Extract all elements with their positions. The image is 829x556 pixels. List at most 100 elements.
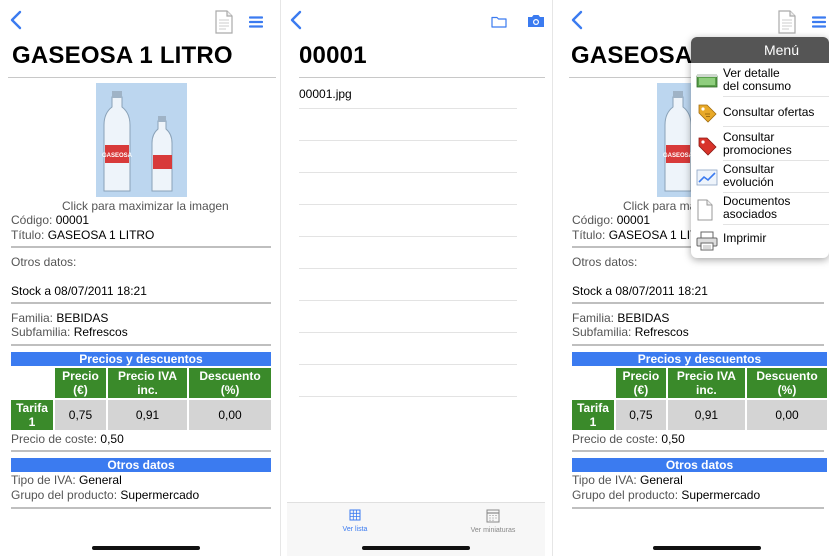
price-cell: 0,91 [107, 400, 188, 430]
divider [11, 507, 271, 509]
tarifa-row-header: Tarifa 1 [11, 400, 53, 430]
price-table: Precio (€) Precio IVA inc. Descuento (%)… [570, 366, 829, 432]
home-indicator [653, 546, 761, 550]
list-separator [299, 396, 517, 397]
grupo-row: Grupo del producto: Supermercado [572, 488, 761, 502]
product-detail-panel: GASEOSA 1 LITRO GASEOSA Click para maxim… [0, 0, 276, 556]
list-separator [299, 204, 517, 205]
menu-item-documentos-asociados[interactable]: Documentos asociados [691, 193, 829, 225]
menu-separator [723, 126, 829, 127]
file-item[interactable]: 00001.jpg [299, 87, 352, 101]
iva-row: Tipo de IVA: General [572, 473, 683, 487]
camera-icon[interactable] [527, 14, 545, 28]
precios-section-header: Precios y descuentos [11, 352, 271, 366]
price-header-iva: Precio IVA inc. [667, 368, 746, 398]
divider [11, 246, 271, 248]
subfamilia-row: Subfamilia: Refrescos [572, 325, 689, 339]
otros-section-header: Otros datos [11, 458, 271, 472]
list-separator [299, 268, 517, 269]
list-separator [299, 172, 517, 173]
divider [572, 450, 824, 452]
titulo-row: Título: GASEOSA 1 LITRO [11, 228, 155, 242]
divider [11, 450, 271, 452]
menu-item-label: Documentos asociados [723, 194, 791, 221]
pane-divider [552, 0, 553, 556]
printer-icon [696, 231, 718, 251]
divider [299, 77, 545, 78]
page-title: 00001 [299, 42, 367, 69]
familia-row: Familia: BEBIDAS [572, 311, 670, 325]
otros-section-header: Otros datos [572, 458, 827, 472]
home-indicator [362, 546, 470, 550]
home-indicator [92, 546, 200, 550]
list-separator [299, 364, 517, 365]
divider [572, 344, 824, 346]
otros-datos-label: Otros datos: [11, 255, 77, 269]
back-chevron-icon[interactable] [571, 10, 583, 30]
image-caption[interactable]: Click para maximizar la imagen [62, 199, 229, 213]
price-header-descuento: Descuento (%) [747, 368, 827, 398]
price-cell: 0,75 [55, 400, 106, 430]
bottle-label: GASEOSA [102, 153, 133, 159]
product-image[interactable]: GASEOSA [96, 83, 187, 197]
tab-list[interactable]: Ver lista [335, 509, 375, 533]
subfamilia-row: Subfamilia: Refrescos [11, 325, 128, 339]
menu-icon[interactable] [811, 15, 827, 28]
document-icon [696, 199, 716, 221]
options-menu: Menú Ver detalle del consumo Consultar o… [691, 37, 829, 258]
menu-item-consultar-evolucion[interactable]: Consultar evolución [691, 161, 829, 193]
price-table: Precio (€) Precio IVA inc. Descuento (%)… [9, 366, 273, 432]
otros-datos-label: Otros datos: [572, 255, 638, 269]
pane-divider [280, 0, 281, 556]
empty-corner [572, 368, 614, 398]
list-separator [299, 236, 517, 237]
divider [11, 302, 271, 304]
promo-tag-icon [696, 135, 717, 156]
menu-item-consultar-ofertas[interactable]: Consultar ofertas [691, 99, 829, 127]
back-chevron-icon[interactable] [10, 10, 22, 30]
back-chevron-icon[interactable] [290, 10, 302, 30]
grid-list-icon [349, 509, 361, 521]
tag-icon [696, 102, 717, 123]
stock-text: Stock a 08/07/2011 18:21 [572, 284, 708, 298]
price-cell: 0,00 [189, 400, 271, 430]
document-icon[interactable] [214, 10, 234, 34]
money-icon [696, 71, 718, 91]
coste-row: Precio de coste: 0,50 [11, 432, 124, 446]
empty-corner [11, 368, 53, 398]
menu-icon[interactable] [248, 15, 264, 28]
menu-item-label: Ver detalle del consumo [723, 66, 792, 93]
list-separator [299, 332, 517, 333]
price-header-descuento: Descuento (%) [189, 368, 271, 398]
menu-item-label: Imprimir [723, 231, 767, 245]
files-panel: 00001 00001.jpg Ver lista Ver miniaturas [287, 0, 545, 556]
document-icon[interactable] [777, 10, 797, 34]
chart-icon [696, 167, 718, 187]
tarifa-row-header: Tarifa 1 [572, 400, 614, 430]
tab-thumbnails-label: Ver miniaturas [470, 527, 516, 534]
page-title: GASEOSA 1 LITRO [12, 42, 233, 69]
menu-item-ver-detalle[interactable]: Ver detalle del consumo [691, 65, 829, 97]
price-cell: 0,75 [616, 400, 666, 430]
tab-thumbnails[interactable]: Ver miniaturas [463, 509, 523, 534]
price-header-iva: Precio IVA inc. [107, 368, 188, 398]
divider [8, 77, 276, 78]
menu-item-label: Consultar promociones [723, 130, 792, 157]
menu-item-imprimir[interactable]: Imprimir [691, 225, 829, 257]
price-header-precio: Precio (€) [55, 368, 106, 398]
grupo-row: Grupo del producto: Supermercado [11, 488, 200, 502]
menu-header: Menú [691, 37, 829, 63]
price-cell: 0,00 [747, 400, 827, 430]
list-separator [299, 108, 517, 109]
list-separator [299, 140, 517, 141]
menu-item-consultar-promociones[interactable]: Consultar promociones [691, 129, 829, 161]
coste-row: Precio de coste: 0,50 [572, 432, 685, 446]
divider [572, 507, 824, 509]
menu-separator [723, 96, 829, 97]
price-cell: 0,91 [667, 400, 746, 430]
codigo-row: Código: 00001 [572, 213, 651, 227]
calendar-grid-icon [486, 509, 500, 523]
divider [11, 344, 271, 346]
familia-row: Familia: BEBIDAS [11, 311, 109, 325]
folder-icon[interactable] [491, 15, 507, 28]
